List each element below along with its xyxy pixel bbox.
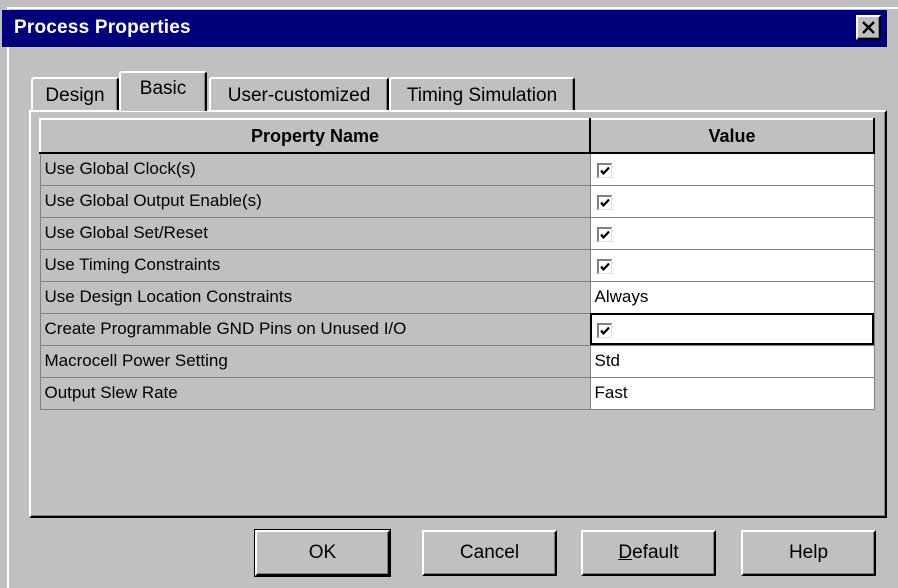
tab-design[interactable]: Design [31,77,119,111]
value-checkbox[interactable] [596,163,612,179]
help-button-label: Help [788,542,829,563]
tab-timing-simulation[interactable]: Timing Simulation [389,77,575,111]
tab-user-customized-label: User-customized [227,85,371,106]
property-value-cell[interactable] [589,216,875,250]
tab-design-label: Design [45,85,105,106]
default-button-label: Default [618,542,679,563]
property-grid: Property Name Value Use Global Clock(s) U… [39,118,875,410]
value-checkbox[interactable] [596,195,612,210]
property-name-cell[interactable]: Output Slew Rate [39,376,591,410]
table-row[interactable]: Use Timing Constraints [39,248,875,282]
tab-basic[interactable]: Basic [119,71,207,111]
property-value-cell[interactable] [589,312,875,346]
checkmark-icon [599,198,610,208]
value-text: Fast [594,383,628,402]
property-name-cell[interactable]: Use Design Location Constraints [39,280,591,314]
cancel-button-label: Cancel [459,542,520,563]
property-value-cell[interactable]: Fast [589,376,875,410]
checkmark-icon [599,326,610,336]
table-row[interactable]: Use Global Clock(s) [39,152,875,186]
property-name-cell[interactable]: Macrocell Power Setting [39,344,591,378]
tab-panel-basic: Property Name Value Use Global Clock(s) U… [29,110,887,518]
property-name-cell[interactable]: Create Programmable GND Pins on Unused I… [39,312,591,346]
window-title: Process Properties [14,17,191,38]
checkmark-icon [599,262,610,272]
tab-basic-label: Basic [139,78,187,99]
table-row[interactable]: Use Global Output Enable(s) [39,184,875,218]
value-checkbox[interactable] [596,259,612,274]
checkmark-icon [599,167,610,176]
ok-button-label: OK [308,542,337,563]
checkmark-icon [599,230,610,240]
property-name-cell[interactable]: Use Global Set/Reset [39,216,591,250]
property-value-cell[interactable] [589,152,875,186]
value-text: Std [594,351,621,370]
title-bar: Process Properties [2,10,887,47]
close-button[interactable] [856,15,881,40]
table-row[interactable]: Use Global Set/Reset [39,216,875,250]
property-value-cell[interactable] [589,184,875,218]
property-name-cell[interactable]: Use Global Output Enable(s) [39,184,591,218]
table-row[interactable]: Macrocell Power Setting Std [39,344,875,378]
value-checkbox[interactable] [596,227,612,242]
property-value-cell[interactable]: Std [589,344,875,378]
table-row[interactable]: Create Programmable GND Pins on Unused I… [39,312,875,346]
default-button[interactable]: Default [581,530,716,576]
close-icon [862,21,875,34]
table-row[interactable]: Output Slew Rate Fast [39,376,875,410]
table-row[interactable]: Use Design Location Constraints Always [39,280,875,314]
property-name-cell[interactable]: Use Timing Constraints [39,248,591,282]
property-name-cell[interactable]: Use Global Clock(s) [39,152,591,186]
column-header-value[interactable]: Value [589,118,875,154]
property-value-cell[interactable]: Always [589,280,875,314]
column-header-property-name[interactable]: Property Name [39,118,591,154]
tab-user-customized[interactable]: User-customized [209,77,389,111]
cancel-button[interactable]: Cancel [422,530,557,576]
ok-button[interactable]: OK [254,529,391,577]
property-value-cell[interactable] [589,248,875,282]
help-button[interactable]: Help [741,530,876,576]
value-text: Always [594,287,649,306]
value-checkbox[interactable] [596,323,612,338]
tab-timing-simulation-label: Timing Simulation [406,85,558,106]
